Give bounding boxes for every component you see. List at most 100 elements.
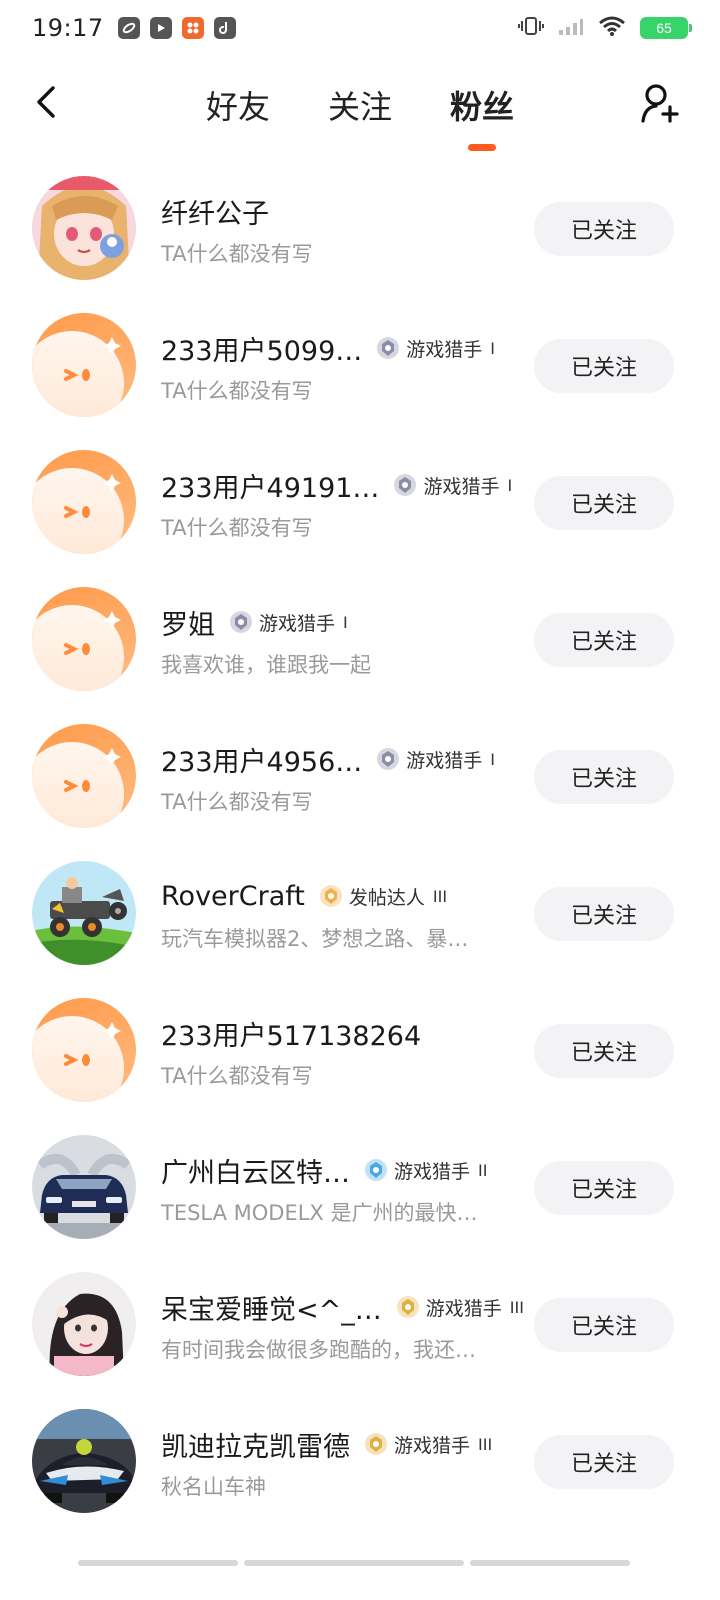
add-user-icon — [641, 84, 679, 123]
fan-list-item[interactable]: 233用户5099… 游戏猎手 I TA什么都没有写 已关注 — [0, 297, 720, 434]
status-time: 19:17 — [32, 14, 104, 42]
tab-label: 好友 — [205, 88, 270, 126]
user-bio: 我喜欢谁，谁跟我一起 — [161, 653, 371, 677]
name-line: 233用户4956… 游戏猎手 I — [161, 740, 495, 778]
followed-button[interactable]: 已关注 — [534, 1298, 674, 1352]
user-title-badge: 游戏猎手 I — [229, 609, 348, 636]
user-bio: TA什么都没有写 — [161, 242, 313, 266]
user-name: 呆宝爱睡觉<^_… — [161, 1294, 382, 1326]
user-bio: TA什么都没有写 — [161, 379, 313, 403]
tabs: 好友 关注 粉丝 — [0, 82, 720, 151]
badge-icon — [364, 1432, 388, 1456]
user-bio: 有时间我会做很多跑酷的，我还… — [161, 1338, 476, 1362]
badge-icon — [396, 1295, 420, 1319]
badge-label: 游戏猎手 — [423, 475, 500, 498]
followed-button[interactable]: 已关注 — [534, 1024, 674, 1078]
name-line: 罗姐 游戏猎手 I — [161, 603, 348, 641]
avatar[interactable] — [32, 724, 136, 828]
user-name: 233用户4956… — [161, 746, 363, 778]
user-title-badge: 游戏猎手 I — [393, 472, 512, 499]
badge-label: 游戏猎手 — [394, 1434, 471, 1457]
user-bio: TA什么都没有写 — [161, 790, 313, 814]
badge-level: I — [490, 338, 495, 358]
name-line: 233用户517138264 — [161, 1014, 421, 1052]
fan-list-item[interactable]: 广州白云区特… 游戏猎手 II TESLA MODELX 是广州的最快… 已关注 — [0, 1119, 720, 1256]
name-line: 凯迪拉克凯雷德 游戏猎手 III — [161, 1425, 492, 1463]
badge-icon — [393, 473, 417, 497]
badge-level: II — [478, 1160, 488, 1180]
name-line: 呆宝爱睡觉<^_… 游戏猎手 III — [161, 1288, 524, 1326]
avatar[interactable] — [32, 313, 136, 417]
user-bio: 秋名山车神 — [161, 1475, 266, 1499]
tab-following[interactable]: 关注 — [324, 82, 396, 128]
badge-icon — [364, 1158, 388, 1182]
app-icon-2 — [149, 17, 172, 39]
fan-list-item[interactable]: 纤纤公子 TA什么都没有写 已关注 — [0, 160, 720, 297]
fan-list-item[interactable]: 233用户517138264 TA什么都没有写 已关注 — [0, 982, 720, 1119]
avatar[interactable] — [32, 176, 136, 280]
followed-button[interactable]: 已关注 — [534, 613, 674, 667]
user-bio: TA什么都没有写 — [161, 1064, 313, 1088]
bottom-scrollbar — [78, 1560, 630, 1566]
user-bio: TESLA MODELX 是广州的最快… — [161, 1201, 478, 1225]
app-icon-3 — [181, 17, 204, 39]
followed-button[interactable]: 已关注 — [534, 887, 674, 941]
user-bio: 玩汽车模拟器2、梦想之路、暴… — [161, 927, 469, 951]
badge-label: 游戏猎手 — [259, 612, 336, 635]
avatar[interactable] — [32, 450, 136, 554]
add-friend-button[interactable] — [638, 80, 682, 128]
user-title-badge: 游戏猎手 I — [376, 746, 495, 773]
active-tab-indicator — [468, 144, 496, 151]
avatar[interactable] — [32, 1135, 136, 1239]
fan-list-item[interactable]: 呆宝爱睡觉<^_… 游戏猎手 III 有时间我会做很多跑酷的，我还… 已关注 — [0, 1256, 720, 1393]
badge-level: I — [343, 612, 348, 632]
badge-level: III — [478, 1434, 493, 1454]
avatar[interactable] — [32, 998, 136, 1102]
user-bio: TA什么都没有写 — [161, 516, 313, 540]
followed-button[interactable]: 已关注 — [534, 476, 674, 530]
badge-icon — [319, 884, 343, 908]
badge-label: 游戏猎手 — [394, 1160, 471, 1183]
badge-icon — [376, 747, 400, 771]
name-line: 纤纤公子 — [161, 192, 269, 230]
fan-list-item[interactable]: 233用户4956… 游戏猎手 I TA什么都没有写 已关注 — [0, 708, 720, 845]
user-title-badge: 发帖达人 III — [319, 883, 447, 910]
user-title-badge: 游戏猎手 III — [364, 1431, 492, 1458]
followed-button[interactable]: 已关注 — [534, 339, 674, 393]
tab-friends[interactable]: 好友 — [202, 82, 274, 128]
fan-list-item[interactable]: 233用户49191… 游戏猎手 I TA什么都没有写 已关注 — [0, 434, 720, 571]
fan-list-item[interactable]: 罗姐 游戏猎手 I 我喜欢谁，谁跟我一起 已关注 — [0, 571, 720, 708]
user-name: 凯迪拉克凯雷德 — [161, 1431, 350, 1463]
followed-button[interactable]: 已关注 — [534, 1435, 674, 1489]
name-line: 233用户49191… 游戏猎手 I — [161, 466, 512, 504]
name-line: RoverCraft 发帖达人 III — [161, 877, 447, 915]
user-name: 罗姐 — [161, 609, 215, 641]
avatar[interactable] — [32, 861, 136, 965]
signal-icon — [558, 16, 584, 40]
avatar[interactable] — [32, 587, 136, 691]
badge-level: III — [432, 886, 448, 906]
user-name: 纤纤公子 — [161, 198, 269, 230]
nav-bar: 好友 关注 粉丝 — [0, 62, 720, 158]
status-bar: 19:17 65 — [0, 0, 720, 56]
fans-list: 纤纤公子 TA什么都没有写 已关注 233用户5099… 游戏猎手 I TA什么都没有写 已关… — [0, 160, 720, 1530]
app-icon-4 — [213, 17, 236, 39]
tab-label: 关注 — [327, 88, 392, 126]
user-title-badge: 游戏猎手 II — [364, 1157, 487, 1184]
fan-list-item[interactable]: 凯迪拉克凯雷德 游戏猎手 III 秋名山车神 已关注 — [0, 1393, 720, 1530]
badge-label: 游戏猎手 — [406, 338, 483, 361]
badge-label: 发帖达人 — [348, 886, 425, 909]
avatar[interactable] — [32, 1409, 136, 1513]
followed-button[interactable]: 已关注 — [534, 750, 674, 804]
followed-button[interactable]: 已关注 — [534, 1161, 674, 1215]
name-line: 233用户5099… 游戏猎手 I — [161, 329, 495, 367]
status-right: 65 — [518, 15, 692, 41]
avatar[interactable] — [32, 1272, 136, 1376]
tab-fans[interactable]: 粉丝 — [446, 82, 518, 151]
fan-list-item[interactable]: RoverCraft 发帖达人 III 玩汽车模拟器2、梦想之路、暴… 已关注 — [0, 845, 720, 982]
wifi-icon — [598, 15, 626, 41]
user-name: 233用户517138264 — [161, 1020, 422, 1052]
app-icon-1 — [117, 17, 140, 39]
followed-button[interactable]: 已关注 — [534, 202, 674, 256]
user-name: 233用户5099… — [161, 335, 363, 367]
